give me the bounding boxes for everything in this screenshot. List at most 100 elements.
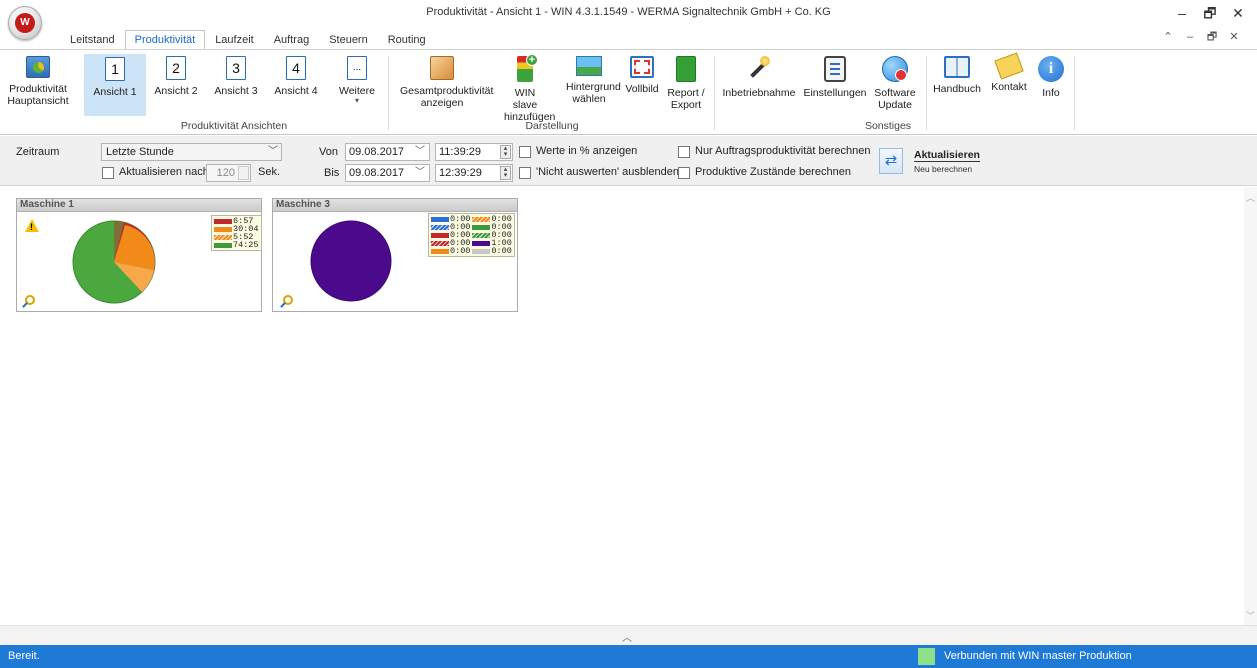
legend-swatch xyxy=(472,240,491,246)
ansicht-2-button[interactable]: 2 Ansicht 2 xyxy=(148,54,204,116)
machine-1-pie-chart[interactable] xyxy=(69,219,159,305)
magic-wand-icon xyxy=(746,56,772,82)
legend-swatch xyxy=(431,240,449,246)
bis-date-picker[interactable]: 09.08.2017 ﹀ xyxy=(345,164,430,182)
win-slave-hinzufuegen-button[interactable]: + WIN slave hinzufügen xyxy=(496,54,555,123)
status-bar: Bereit. Verbunden mit WIN master Produkt… xyxy=(0,645,1257,668)
software-update-button[interactable]: Software Update xyxy=(870,54,920,116)
warning-mark: ! xyxy=(30,222,33,232)
legend-swatch xyxy=(472,232,491,238)
logo-mark-icon: W xyxy=(15,13,35,33)
legend-swatch xyxy=(214,226,232,232)
mdi-minimize-button[interactable]: – xyxy=(1182,30,1198,44)
seconds-spinner[interactable] xyxy=(238,166,249,180)
produktive-zustaende-label: Produktive Zustände berechnen xyxy=(695,166,851,178)
group-label-ansichten: Produktivität Ansichten xyxy=(180,120,288,132)
von-date-picker[interactable]: 09.08.2017 ﹀ xyxy=(345,143,430,161)
aktualisieren-nach-checkbox[interactable] xyxy=(102,167,114,179)
nicht-auswerten-label: 'Nicht auswerten' ausblenden xyxy=(536,166,680,178)
werma-logo[interactable]: W xyxy=(8,6,42,40)
scroll-down-icon[interactable]: ﹀ xyxy=(1246,609,1255,622)
view-3-icon: 3 xyxy=(226,56,246,80)
kontakt-label: Kontakt xyxy=(991,81,1027,93)
close-button[interactable]: ✕ xyxy=(1228,4,1248,22)
view-2-icon: 2 xyxy=(166,56,186,80)
globe-update-icon xyxy=(882,56,908,82)
weitere-dropdown-button[interactable]: ... Weitere ▾ xyxy=(332,54,382,116)
tab-steuern[interactable]: Steuern xyxy=(319,30,378,50)
nicht-auswerten-checkbox[interactable] xyxy=(519,167,531,179)
tab-leitstand[interactable]: Leitstand xyxy=(60,30,125,50)
background-image-icon xyxy=(576,56,602,76)
von-time-input[interactable]: 11:39:29 ▴ ▾ xyxy=(435,143,513,161)
hintergrund-waehlen-button[interactable]: Hintergrund wählen xyxy=(560,54,621,116)
ansicht-3-button[interactable]: 3 Ansicht 3 xyxy=(208,54,264,116)
machine-3-pie-chart[interactable] xyxy=(309,219,393,303)
group-label-darstellung: Darstellung xyxy=(525,120,579,132)
von-label: Von xyxy=(319,146,338,158)
tab-laufzeit[interactable]: Laufzeit xyxy=(205,30,264,50)
view-4-icon: 4 xyxy=(286,56,306,80)
refresh-icon[interactable]: ⇄ xyxy=(879,148,903,174)
handbuch-label: Handbuch xyxy=(933,83,981,95)
inbetriebnahme-label: Inbetriebnahme xyxy=(722,87,796,99)
legend-swatch xyxy=(214,218,232,224)
info-button[interactable]: i Info xyxy=(1034,54,1068,116)
machine-panel[interactable]: Maschine 1 ! 6:57 30:04 5:52 74:25 xyxy=(16,198,262,312)
title-bar: W Produktivität - Ansicht 1 - WIN 4.3.1.… xyxy=(0,0,1257,43)
ribbon: Produktivität Hauptansicht 1 Ansicht 1 2… xyxy=(0,49,1257,135)
produktive-zustaende-checkbox[interactable] xyxy=(678,167,690,179)
gesamtproduktivitaet-button[interactable]: Gesamtproduktivität anzeigen xyxy=(392,54,494,116)
legend-swatch xyxy=(214,234,232,240)
werte-prozent-checkbox[interactable] xyxy=(519,146,531,158)
legend-value: 74:25 xyxy=(233,240,259,250)
tab-produktivitaet[interactable]: Produktivität xyxy=(124,30,206,50)
horizontal-scrollbar[interactable]: ︿ xyxy=(0,625,1257,645)
legend-row: 0:00 xyxy=(472,247,512,255)
aktualisieren-button[interactable]: Aktualisieren xyxy=(914,149,980,162)
bis-time-input[interactable]: 12:39:29 ▴ ▾ xyxy=(435,164,513,182)
minimize-button[interactable]: – xyxy=(1172,4,1192,22)
legend-swatch xyxy=(431,224,449,230)
nur-auftrag-checkbox[interactable] xyxy=(678,146,690,158)
von-time-value: 11:39:29 xyxy=(439,146,482,158)
gesamtproduktivitaet-label: Gesamtproduktivität anzeigen xyxy=(400,85,494,109)
inbetriebnahme-button[interactable]: Inbetriebnahme xyxy=(718,54,800,116)
hauptansicht-label: Produktivität Hauptansicht xyxy=(7,83,69,107)
tab-routing[interactable]: Routing xyxy=(378,30,436,50)
machine-1-legend: 6:57 30:04 5:52 74:25 xyxy=(211,215,262,251)
refresh-seconds-input[interactable]: 120 xyxy=(206,164,251,182)
kontakt-button[interactable]: Kontakt xyxy=(986,52,1032,116)
monitor-chart-icon xyxy=(26,56,50,78)
produktivitaet-hauptansicht-button[interactable]: Produktivität Hauptansicht xyxy=(4,54,72,116)
clipboard-settings-icon xyxy=(824,56,846,82)
zeitraum-select[interactable]: Letzte Stunde ﹀ xyxy=(101,143,282,161)
bis-label: Bis xyxy=(324,167,340,179)
ansicht-4-button[interactable]: 4 Ansicht 4 xyxy=(268,54,324,116)
bis-time-spinner[interactable]: ▴ ▾ xyxy=(500,166,511,180)
ansicht-1-button[interactable]: 1 Ansicht 1 xyxy=(84,54,146,116)
einstellungen-button[interactable]: Einstellungen xyxy=(802,54,868,116)
aktualisieren-nach-label: Aktualisieren nach xyxy=(119,166,209,178)
ansicht-2-label: Ansicht 2 xyxy=(154,85,198,97)
vollbild-button[interactable]: Vollbild xyxy=(622,54,662,116)
mdi-restore-button[interactable]: 🗗 xyxy=(1204,30,1220,44)
report-label: Report / Export xyxy=(667,87,705,111)
einstellungen-label: Einstellungen xyxy=(803,87,867,99)
handbuch-button[interactable]: Handbuch xyxy=(930,54,984,116)
legend-row: 0:00 xyxy=(431,247,470,255)
tab-auftrag[interactable]: Auftrag xyxy=(264,30,319,50)
machine-panel[interactable]: Maschine 3 0:00 0:00 0:00 0:00 0:00 0:00… xyxy=(272,198,518,312)
zoom-handle xyxy=(280,302,286,308)
scroll-up-icon[interactable]: ︿ xyxy=(1246,191,1255,204)
expand-panel-icon[interactable]: ︿ xyxy=(622,629,632,644)
report-export-button[interactable]: Report / Export xyxy=(664,54,708,116)
mdi-close-button[interactable]: ✕ xyxy=(1226,30,1242,44)
ribbon-tabs: Leitstand Produktivität Laufzeit Auftrag… xyxy=(60,30,436,50)
collapse-ribbon-button[interactable]: ⌃ xyxy=(1160,30,1176,44)
restore-button[interactable]: 🗗 xyxy=(1200,4,1220,22)
window-title: Produktivität - Ansicht 1 - WIN 4.3.1.15… xyxy=(426,6,831,18)
von-time-spinner[interactable]: ▴ ▾ xyxy=(500,145,511,159)
group-divider xyxy=(926,56,927,130)
vertical-scrollbar[interactable]: ︿ ﹀ xyxy=(1244,187,1257,625)
